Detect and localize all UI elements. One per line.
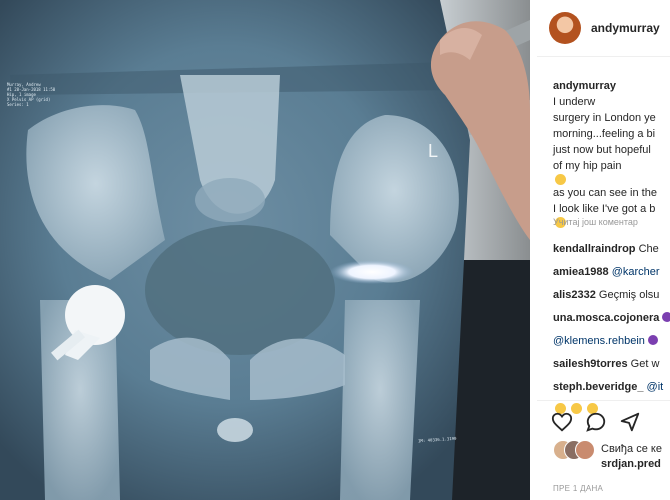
post-username[interactable]: andymurray [591, 21, 660, 35]
share-icon[interactable] [619, 411, 641, 433]
comment-user[interactable]: sailesh9torres [553, 358, 628, 370]
purple-heart-emoji-icon [662, 312, 670, 322]
comment-text: Get w [630, 358, 660, 370]
post-caption: andymurray I underw surgery in London ye… [553, 78, 670, 228]
post-actions [537, 400, 670, 441]
likes-username[interactable]: srdjan.pred [601, 458, 661, 470]
comment-user[interactable]: alis2332 [553, 289, 596, 301]
comment-item: @klemens.rehbein [553, 330, 670, 353]
comment-item: alis2332 Geçmiş olsu [553, 284, 670, 307]
load-more-comments[interactable]: Учитај још коментар [553, 217, 638, 227]
post-date[interactable]: ПРЕ 1 ДАНА [553, 484, 603, 493]
post-header: andymurray [537, 0, 670, 57]
heart-icon[interactable] [551, 411, 573, 433]
comment-item: amiea1988 @karcher [553, 261, 670, 284]
xray-patient-label: Murray, Andrew #1 28-Jan-2018 11:50 Hip,… [7, 82, 56, 107]
comment-mention[interactable]: @karcher [612, 266, 660, 278]
comment-text: Geçmiş olsu [598, 289, 660, 301]
caption-line: of my hip pain [553, 158, 670, 185]
comment-mention[interactable]: @it [647, 381, 664, 393]
comment-user[interactable]: una.mosca.cojonera [553, 312, 659, 324]
caption-username[interactable]: andymurray [553, 78, 670, 94]
xray-side-marker: L [428, 141, 439, 161]
caption-line: just now but hopeful [553, 144, 651, 156]
caption-line: surgery in London ye [553, 112, 656, 124]
likes-text[interactable]: Свиђа се ке [601, 443, 662, 455]
comments-list: kendallraindrop Che amiea1988 @karcher a… [553, 238, 670, 422]
post-photo[interactable]: Murray, Andrew #1 28-Jan-2018 11:50 Hip,… [0, 0, 530, 500]
caption-line: as you can see in the [553, 187, 657, 199]
comment-user[interactable]: amiea1988 [553, 266, 609, 278]
comment-user[interactable]: kendallraindrop [553, 243, 636, 255]
user-avatar[interactable] [549, 12, 581, 44]
comment-item: una.mosca.cojonera [553, 307, 670, 330]
caption-line: I look like I've got a b [553, 203, 656, 215]
liker-avatar[interactable] [575, 440, 595, 460]
comment-item: sailesh9torres Get w [553, 353, 670, 376]
purple-heart-emoji-icon [647, 335, 658, 345]
comment-item: steph.beveridge_ @it [553, 376, 670, 399]
comment-mention[interactable]: @klemens.rehbein [553, 335, 645, 347]
comment-item: kendallraindrop Che [553, 238, 670, 261]
weary-face-emoji-icon [555, 174, 566, 185]
comment-icon[interactable] [585, 411, 607, 433]
comment-user[interactable]: steph.beveridge_ [553, 381, 643, 393]
caption-line: morning...feeling a bi [553, 128, 656, 140]
post-sidebar: andymurray andymurray I underw surgery i… [537, 0, 670, 500]
comment-text: Che [638, 243, 659, 255]
